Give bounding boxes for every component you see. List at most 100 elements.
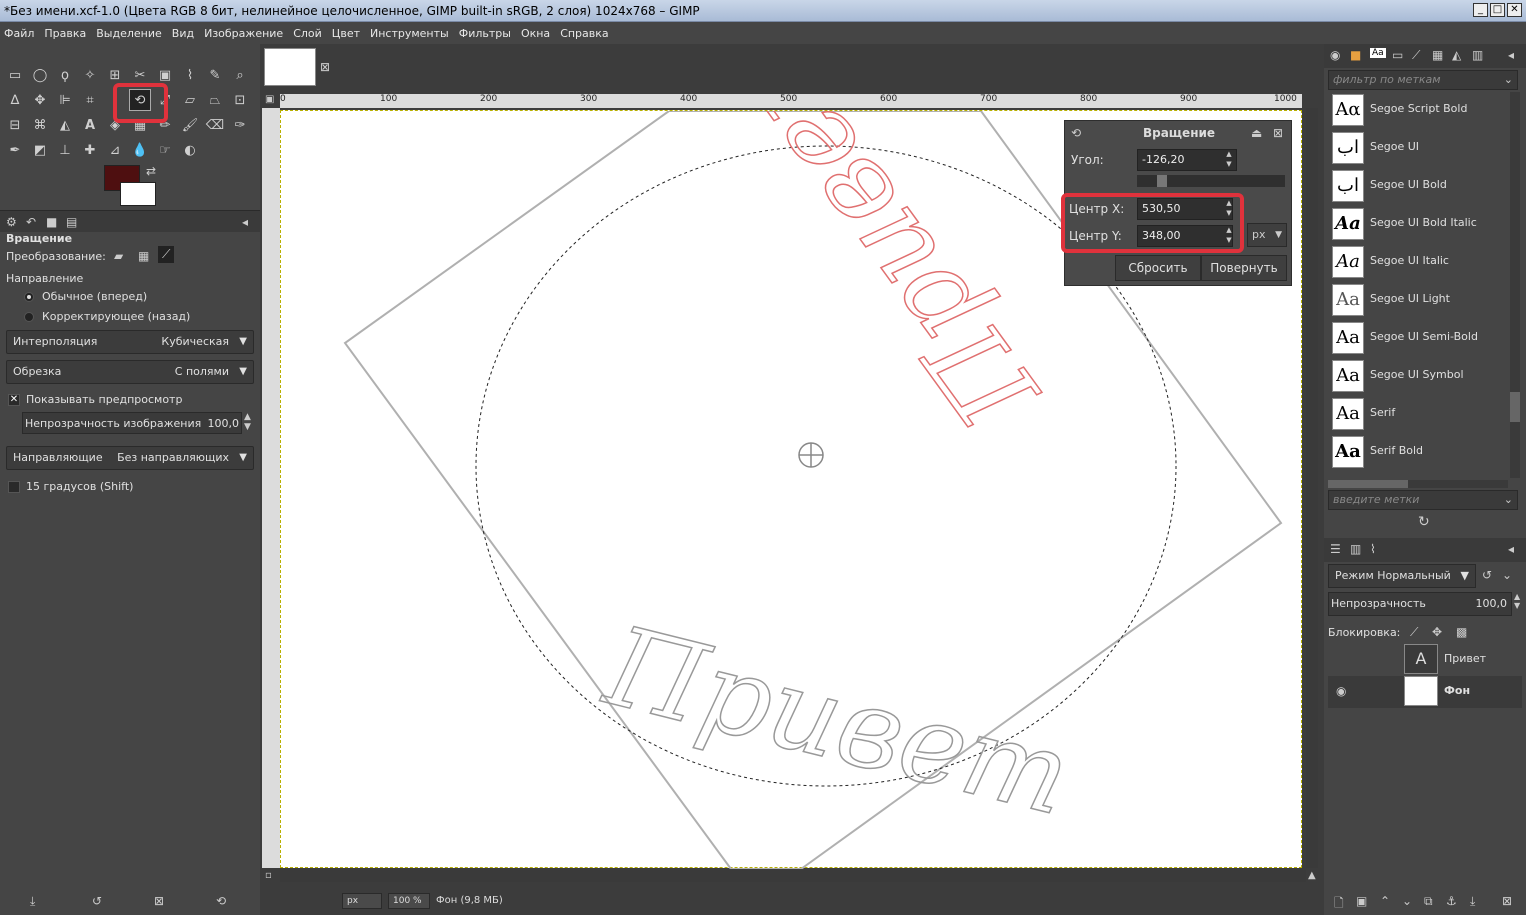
menu-layer[interactable]: Слой bbox=[293, 27, 322, 40]
patterns-tab-icon[interactable]: ■ bbox=[1350, 48, 1361, 62]
anchor-layer-icon[interactable]: ⚓ bbox=[1446, 894, 1457, 908]
paintbrush-icon[interactable]: 🖌 bbox=[179, 114, 201, 136]
new-layer-icon[interactable]: 🗋 bbox=[1334, 894, 1344, 915]
color-picker-icon[interactable]: ✎ bbox=[204, 64, 226, 86]
font-list-scrollbar[interactable] bbox=[1510, 92, 1520, 478]
list-item[interactable]: Aα Segoe Script Bold bbox=[1330, 92, 1508, 126]
restore-options-icon[interactable]: ↺ bbox=[92, 894, 102, 908]
document-tab-icon[interactable]: ▭ bbox=[1392, 48, 1403, 62]
font-list-hscrollbar[interactable] bbox=[1328, 480, 1508, 488]
navigate-icon[interactable]: ▲ bbox=[1308, 870, 1316, 881]
crop-icon[interactable]: ⌗ bbox=[79, 89, 101, 111]
menu-windows[interactable]: Окна bbox=[521, 27, 550, 40]
list-item[interactable]: Aa Segoe UI Semi-Bold bbox=[1330, 320, 1508, 354]
list-item[interactable]: اب Segoe UI bbox=[1330, 130, 1508, 164]
lock-alpha-icon[interactable]: ▩ bbox=[1456, 625, 1467, 639]
layer-row[interactable]: A Привет bbox=[1328, 644, 1522, 676]
layer-row[interactable]: ◉ Фон bbox=[1328, 676, 1522, 708]
save-options-icon[interactable]: ⤓ bbox=[30, 894, 35, 909]
close-tab-icon[interactable]: ⊠ bbox=[320, 60, 330, 74]
background-color[interactable] bbox=[120, 182, 156, 206]
colors-tab-icon[interactable]: ■ bbox=[46, 215, 57, 229]
list-item[interactable]: Aa Segoe UI Light bbox=[1330, 282, 1508, 316]
layers-tab-icon[interactable]: ☰ bbox=[1330, 542, 1341, 556]
quick-mask-icon[interactable]: ▫ bbox=[265, 870, 272, 881]
measure-icon[interactable]: ∆ bbox=[4, 89, 26, 111]
unit-combo[interactable]: px bbox=[342, 892, 382, 909]
menu-filters[interactable]: Фильтры bbox=[459, 27, 511, 40]
ink-icon[interactable]: ✒ bbox=[4, 139, 26, 161]
raise-layer-icon[interactable]: ⌃ bbox=[1380, 894, 1390, 908]
horizontal-scrollbar[interactable] bbox=[280, 870, 1306, 882]
dialog-close-icon[interactable]: ⊠ bbox=[1273, 126, 1283, 140]
reset-button[interactable]: Сбросить bbox=[1115, 255, 1201, 281]
tool-options-tab-icon[interactable]: ⚙ bbox=[6, 215, 17, 229]
unit-select[interactable]: px ▼ bbox=[1247, 223, 1287, 247]
lower-layer-icon[interactable]: ⌄ bbox=[1402, 894, 1412, 908]
list-item[interactable]: Aa Segoe UI Symbol bbox=[1330, 358, 1508, 392]
lasso-icon[interactable]: ϙ bbox=[54, 64, 76, 86]
zoom-icon[interactable]: ⌕ bbox=[229, 64, 251, 86]
flip-icon[interactable]: ◭ bbox=[54, 114, 76, 136]
mypaint-brush-icon[interactable]: ◩ bbox=[29, 139, 51, 161]
swap-colors-icon[interactable]: ⇄ bbox=[146, 164, 156, 178]
perspective-clone-icon[interactable]: ⊿ bbox=[104, 139, 126, 161]
menu-colors[interactable]: Цвет bbox=[332, 27, 360, 40]
opacity-spin-icon[interactable]: ▲ ▼ bbox=[244, 412, 251, 432]
menu-image[interactable]: Изображение bbox=[204, 27, 283, 40]
maximize-button[interactable]: □ bbox=[1490, 3, 1505, 17]
dialog-shrink-icon[interactable]: ⏏ bbox=[1251, 126, 1262, 140]
images-tab-icon[interactable]: ▤ bbox=[66, 215, 77, 229]
vertical-scrollbar[interactable] bbox=[1306, 108, 1318, 868]
chevron-down-icon[interactable]: ⌄ bbox=[1502, 568, 1512, 582]
duplicate-layer-icon[interactable]: ⧉ bbox=[1424, 894, 1433, 909]
menu-edit[interactable]: Правка bbox=[44, 27, 86, 40]
menu-view[interactable]: Вид bbox=[172, 27, 194, 40]
eraser-icon[interactable]: ⌫ bbox=[204, 114, 226, 136]
list-item[interactable]: Aa Segoe UI Italic bbox=[1330, 244, 1508, 278]
shear-icon[interactable]: ▱ bbox=[179, 89, 201, 111]
eye-icon[interactable]: ◉ bbox=[1336, 684, 1346, 698]
opacity-spin-icon[interactable]: ▲ ▼ bbox=[1514, 592, 1520, 610]
direction-normal-radio[interactable] bbox=[24, 292, 34, 302]
menu-help[interactable]: Справка bbox=[560, 27, 608, 40]
image-tab-thumbnail[interactable] bbox=[264, 48, 316, 86]
layer-opacity-slider[interactable]: Непрозрачность 100,0 bbox=[1328, 592, 1512, 616]
angle-spin-icon[interactable]: ▲ ▼ bbox=[1223, 149, 1235, 171]
fonts-tab-icon[interactable]: Aa bbox=[1370, 48, 1386, 58]
new-layer-group-icon[interactable]: ▣ bbox=[1356, 894, 1367, 908]
heal-icon[interactable]: ✚ bbox=[79, 139, 101, 161]
smudge-icon[interactable]: ☞ bbox=[154, 139, 176, 161]
zoom-combo[interactable]: 100 % bbox=[388, 892, 430, 909]
warp-icon[interactable]: ⌘ bbox=[29, 114, 51, 136]
lock-pixels-icon[interactable]: ⟋ bbox=[1410, 625, 1418, 640]
mode-reset-icon[interactable]: ↺ bbox=[1482, 568, 1492, 582]
refresh-fonts-icon[interactable]: ↻ bbox=[1418, 514, 1430, 530]
clone-icon[interactable]: ⊥ bbox=[54, 139, 76, 161]
list-item[interactable]: Aa Segoe UI Bold Italic bbox=[1330, 206, 1508, 240]
close-button[interactable]: ✕ bbox=[1507, 3, 1522, 17]
panel-menu-icon[interactable]: ◂ bbox=[1508, 48, 1514, 62]
angle-slider[interactable] bbox=[1137, 175, 1285, 187]
blur-icon[interactable]: 💧 bbox=[129, 139, 151, 161]
align-icon[interactable]: ⊫ bbox=[54, 89, 76, 111]
image-opacity-slider[interactable]: Непрозрачность изображения 100,0 bbox=[22, 412, 242, 434]
gradients-tab-icon[interactable]: ▦ bbox=[1432, 48, 1443, 62]
airbrush-icon[interactable]: ✑ bbox=[229, 114, 251, 136]
layer-mode-combo[interactable]: Режим Нормальный ▼ bbox=[1328, 564, 1476, 588]
panel-menu-icon[interactable]: ◂ bbox=[242, 215, 248, 229]
rotate-button[interactable]: Повернуть bbox=[1201, 255, 1287, 281]
clipping-combo[interactable]: Обрезка С полями ▼ bbox=[6, 360, 254, 384]
merge-layer-icon[interactable]: ⤓ bbox=[1470, 894, 1475, 909]
interpolation-combo[interactable]: Интерполяция Кубическая ▼ bbox=[6, 330, 254, 354]
dodge-icon[interactable]: ◐ bbox=[179, 139, 201, 161]
tags-input[interactable]: введите метки ⌄ bbox=[1328, 490, 1518, 510]
minimize-button[interactable]: _ bbox=[1473, 3, 1488, 17]
delete-options-icon[interactable]: ⊠ bbox=[154, 894, 164, 908]
transform-selection-icon[interactable]: ▦ bbox=[138, 249, 149, 263]
move-icon[interactable]: ✥ bbox=[29, 89, 51, 111]
list-item[interactable]: Aa Serif Bold bbox=[1330, 434, 1508, 468]
list-item[interactable]: اب Segoe UI Bold bbox=[1330, 168, 1508, 202]
reset-options-icon[interactable]: ⟲ bbox=[216, 894, 226, 908]
ellipse-select-icon[interactable]: ◯ bbox=[29, 64, 51, 86]
